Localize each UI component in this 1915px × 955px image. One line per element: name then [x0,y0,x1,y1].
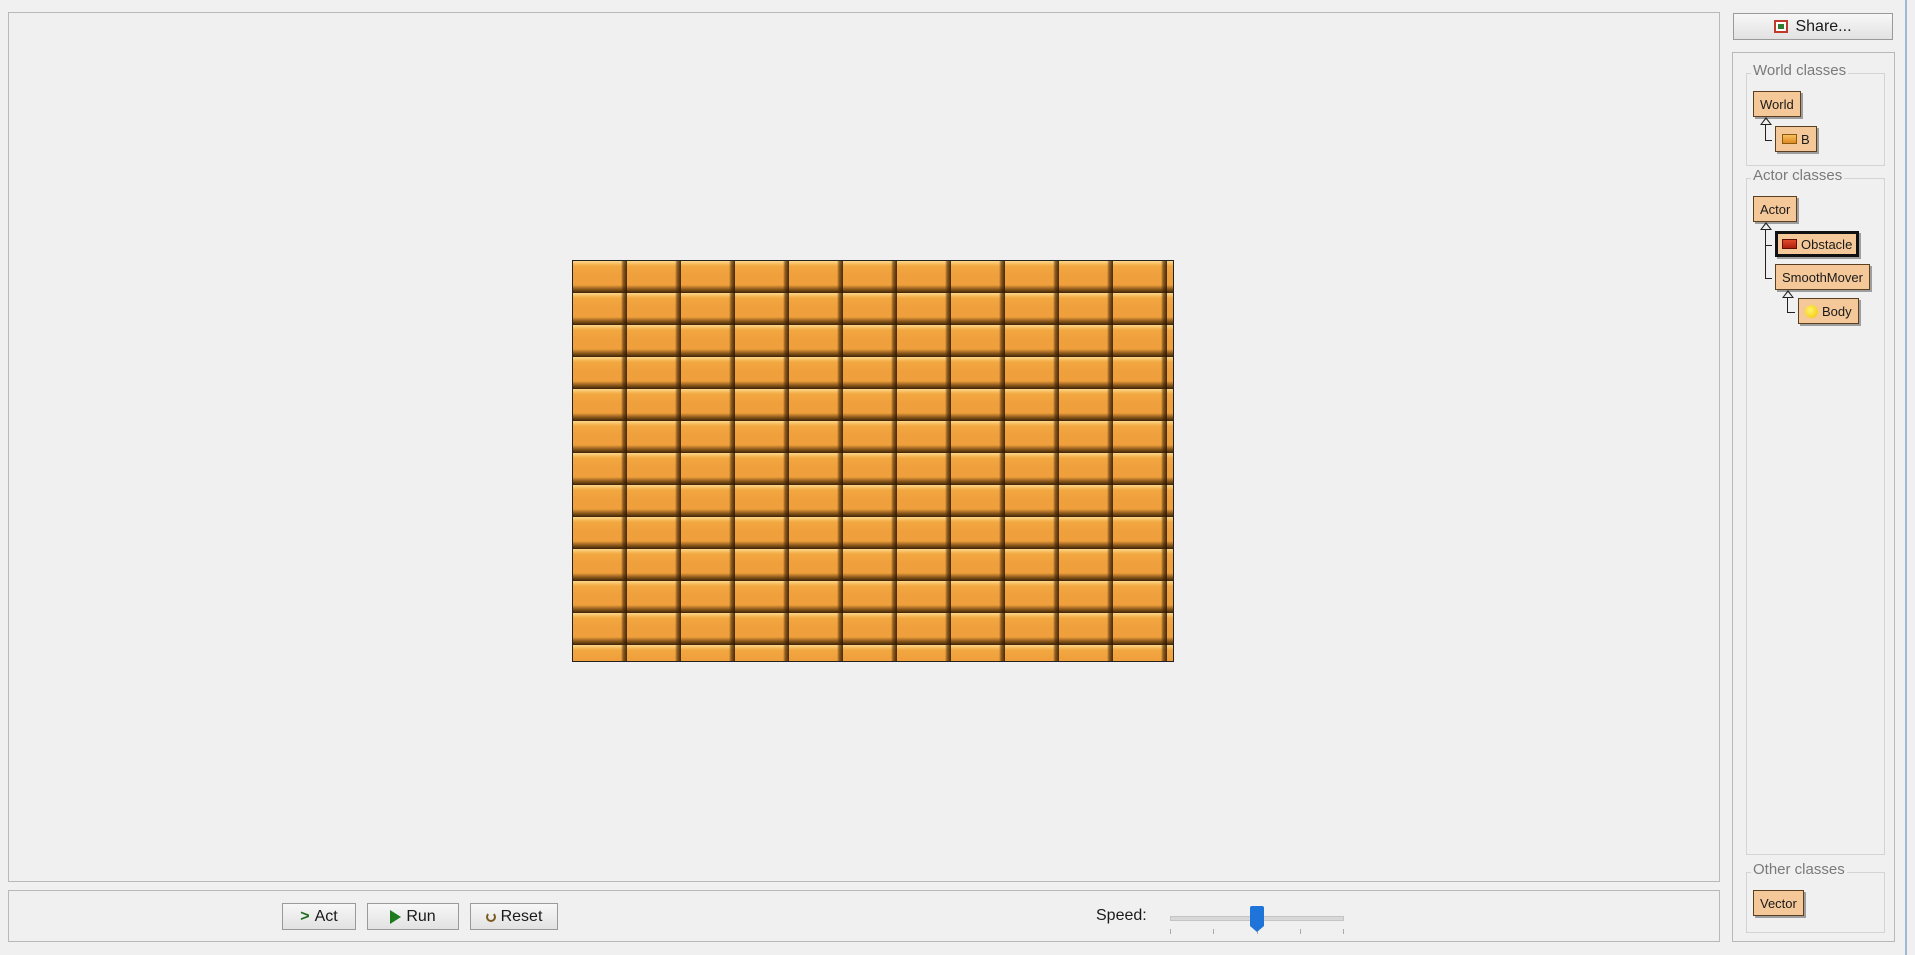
inheritance-line [1765,140,1772,141]
obstacle-icon [1782,239,1797,249]
execution-controls: > Act Run Reset Speed: [8,890,1720,942]
class-obstacle[interactable]: Obstacle [1775,231,1860,257]
act-label: Act [314,907,338,925]
brick-icon [1782,134,1797,144]
body-icon [1805,304,1818,318]
speed-tick [1213,929,1214,934]
speed-tick [1300,929,1301,934]
act-icon: > [300,907,310,925]
class-smoothmover-label: SmoothMover [1782,269,1863,285]
inheritance-line [1765,278,1772,279]
inheritance-line [1765,124,1766,140]
class-body[interactable]: Body [1798,298,1859,324]
reset-label: Reset [500,907,543,925]
inheritance-line [1787,297,1788,312]
class-obstacle-label: Obstacle [1801,236,1853,252]
inheritance-arrow-icon [1760,117,1772,125]
class-body-label: Body [1822,303,1852,319]
class-actor[interactable]: Actor [1753,196,1798,222]
inheritance-arrow-icon [1760,222,1772,230]
class-actor-label: Actor [1760,201,1791,217]
class-diagram-panel: World classes World B Actor classes Acto… [1732,52,1895,942]
class-b-label: B [1801,131,1810,147]
run-label: Run [406,907,436,925]
inheritance-line [1765,229,1766,279]
actor-classes-title: Actor classes [1751,167,1845,184]
share-icon [1774,20,1789,33]
class-world-label: World [1760,96,1794,112]
actor-classes-group: Actor classes Actor Obstacle SmoothMover… [1746,167,1885,855]
class-vector[interactable]: Vector [1753,890,1804,916]
class-world[interactable]: World [1753,91,1801,117]
reset-icon [485,911,496,922]
world-classes-title: World classes [1751,62,1849,79]
speed-slider[interactable] [1162,899,1352,934]
world-classes-group: World classes World B [1746,62,1885,166]
speed-slider-thumb[interactable] [1250,906,1264,932]
speed-label: Speed: [1096,907,1147,924]
class-smoothmover[interactable]: SmoothMover [1775,264,1870,290]
inheritance-arrow-icon [1782,290,1794,298]
play-icon [390,909,402,924]
window-edge [1905,0,1907,955]
inheritance-line [1787,312,1795,313]
share-button[interactable]: Share... [1733,13,1893,40]
act-button[interactable]: > Act [282,903,356,930]
run-button[interactable]: Run [367,903,459,930]
speed-tick [1343,929,1344,934]
share-label: Share... [1795,17,1852,35]
class-vector-label: Vector [1760,895,1797,911]
inheritance-line [1765,245,1772,246]
speed-tick [1170,929,1171,934]
world-panel [8,12,1720,882]
world-canvas[interactable] [572,260,1174,662]
other-classes-group: Other classes Vector [1746,861,1885,933]
reset-button[interactable]: Reset [470,903,558,930]
other-classes-title: Other classes [1751,861,1847,878]
class-b[interactable]: B [1775,126,1817,152]
